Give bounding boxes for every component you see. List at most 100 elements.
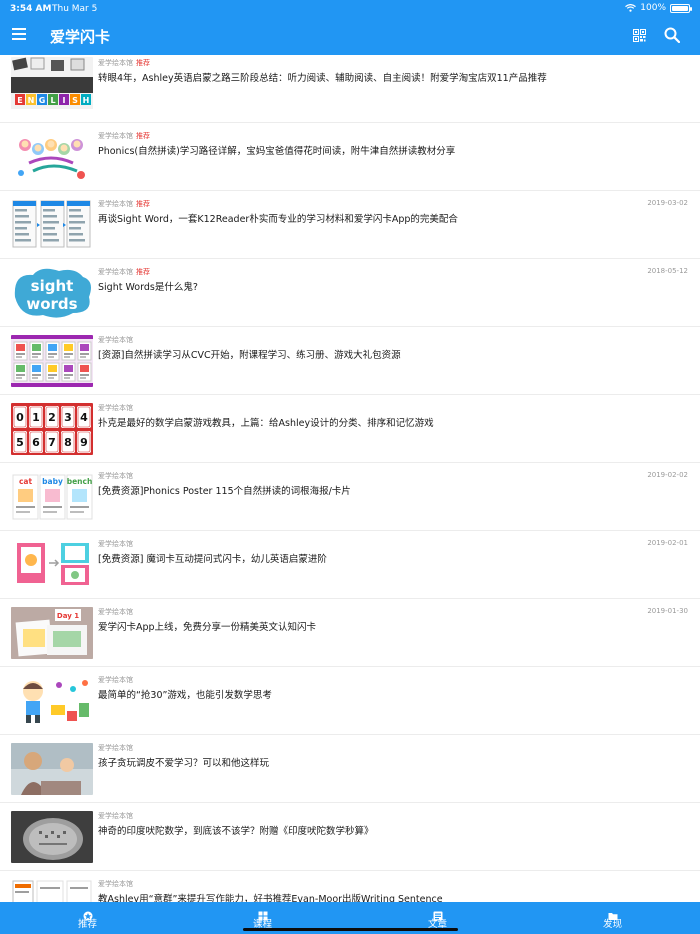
article-source: 爱学绘本馆: [98, 335, 133, 345]
svg-text:S: S: [72, 96, 78, 105]
article-list-item[interactable]: E N G L I S H 爱学绘本馆 推荐转眼4年，Ashley英语启蒙之路三阶段总结：听力阅…: [0, 55, 700, 123]
article-title[interactable]: 最简单的“抢30”游戏，也能引发数学思考: [98, 687, 688, 701]
article-title[interactable]: 扑克是最好的数学启蒙游戏教具，上篇：给Ashley设计的分类、排序和记忆游戏: [98, 415, 688, 429]
battery-percent: 100%: [640, 3, 666, 13]
article-list-item[interactable]: 爱学绘本馆 [资源]自然拼读学习从CVC开始，附课程学习、练习册、游戏大礼包资源: [0, 327, 700, 395]
thumb-number: 5: [16, 436, 24, 449]
article-source-name: 爱学绘本馆: [98, 132, 133, 140]
article-title[interactable]: Sight Words是什么鬼?: [98, 279, 688, 293]
article-list-item[interactable]: 爱学绘本馆 2019-02-01 [免费资源] 魔词卡互动提问式闪卡，幼儿英语启蒙进…: [0, 531, 700, 599]
svg-text:H: H: [83, 96, 90, 105]
article-date: 2019-02-01: [647, 539, 688, 547]
article-source-name: 爱学绘本馆: [98, 268, 133, 276]
wifi-icon: [625, 4, 637, 12]
sight-words-image: sight words: [11, 267, 93, 319]
article-source: 爱学绘本馆 推荐: [98, 199, 150, 209]
article-title[interactable]: 孩子贪玩调皮不爱学习？可以和他这样玩: [98, 755, 688, 769]
article-source: 爱学绘本馆: [98, 811, 133, 821]
article-title[interactable]: 再谈Sight Word，一套K12Reader朴实而专业的学习材料和爱学闪卡A…: [98, 211, 688, 225]
article-source-name: 爱学绘本馆: [98, 744, 133, 752]
thumb-number: 3: [64, 411, 72, 424]
article-list-item[interactable]: Day 1 爱学绘本馆 2019-01-30 爱学闪卡App上线，免费分享一份精美英文…: [0, 599, 700, 667]
article-icon: [433, 906, 443, 921]
article-title[interactable]: 爱学闪卡App上线，免费分享一份精美英文认知闪卡: [98, 619, 688, 633]
article-source-name: 爱学绘本馆: [98, 880, 133, 888]
article-source-name: 爱学绘本馆: [98, 472, 133, 480]
article-title[interactable]: Phonics(自然拼读)学习路径详解，宝妈宝爸值得花时间读，附牛津自然拼读教材…: [98, 143, 688, 157]
course-grid-icon: [258, 906, 268, 921]
app-bar: 爱学闪卡: [0, 18, 700, 55]
article-date: 2019-01-30: [647, 607, 688, 615]
article-source: 爱学绘本馆: [98, 675, 133, 685]
article-list-item[interactable]: sight words 爱学绘本馆 推荐 2018-05-12 Sight Words是什…: [0, 259, 700, 327]
article-tag: 推荐: [136, 200, 150, 208]
thumb-word: cat: [19, 477, 33, 486]
article-title[interactable]: 转眼4年，Ashley英语启蒙之路三阶段总结：听力阅读、辅助阅读、自主阅读！附爱…: [98, 70, 688, 84]
article-title[interactable]: 神奇的印度吠陀数学，到底该不该学？附赠《印度吠陀数学秒算》: [98, 823, 688, 837]
thumb-word: bench: [67, 477, 93, 486]
article-list-item[interactable]: 爱学绘本馆最简单的“抢30”游戏，也能引发数学思考: [0, 667, 700, 735]
article-list-item[interactable]: 爱学绘本馆孩子贪玩调皮不爱学习？可以和他这样玩: [0, 735, 700, 803]
recommend-icon: [83, 906, 93, 921]
article-list-item[interactable]: 爱学绘本馆 推荐 Phonics(自然拼读)学习路径详解，宝妈宝爸值得花时间读，附牛…: [0, 123, 700, 191]
svg-text:N: N: [28, 96, 35, 105]
tab-discover[interactable]: 发现: [525, 902, 700, 934]
article-list-item[interactable]: 爱学绘本馆 推荐 2019-03-02 再谈Sight Word，一套K12Reade…: [0, 191, 700, 259]
article-title[interactable]: [免费资源] 魔词卡互动提问式闪卡，幼儿英语启蒙进阶: [98, 551, 688, 565]
article-date: 2019-03-02: [647, 199, 688, 207]
number-cards-image: 01234 56789: [11, 403, 93, 455]
search-icon[interactable]: [664, 27, 680, 43]
article-source: 爱学绘本馆 推荐: [98, 58, 150, 68]
stone-tablet-image: [11, 811, 93, 863]
article-source: 爱学绘本馆 推荐: [98, 267, 150, 277]
app-screenshots-image: [11, 199, 93, 251]
thumb-number: 0: [16, 411, 24, 424]
article-source-name: 爱学绘本馆: [98, 59, 133, 67]
article-list-item[interactable]: 爱学绘本馆神奇的印度吠陀数学，到底该不该学？附赠《印度吠陀数学秒算》: [0, 803, 700, 871]
thumb-number: 4: [80, 411, 88, 424]
article-title[interactable]: [免费资源]Phonics Poster 115个自然拼读的词根海报/卡片: [98, 483, 688, 497]
tab-bar: 推荐 课程 文章 发现: [0, 902, 700, 934]
article-title[interactable]: 教Ashley用“意群”来提升写作能力，好书推荐Evan-Moor出版Writi…: [98, 891, 688, 902]
phonics-poster-image: cat baby bench: [11, 471, 93, 523]
status-bar: 3:54 AM Thu Mar 5 100%: [0, 0, 700, 18]
article-list-item[interactable]: 0 1 2 3 4 5 6 7 8 9 爱学绘本馆 扑克是最好的数学启蒙游戏教具，上篇：给Ashley…: [0, 395, 700, 463]
battery-icon: [670, 3, 692, 13]
article-source: 爱学绘本馆: [98, 607, 133, 617]
article-tag: 推荐: [136, 132, 150, 140]
tab-recommend[interactable]: 推荐: [0, 902, 175, 934]
kid-cartoon-image: [11, 675, 93, 727]
thumb-number: 6: [32, 436, 40, 449]
article-source: 爱学绘本馆 推荐: [98, 131, 150, 141]
article-source-name: 爱学绘本馆: [98, 336, 133, 344]
article-list-item[interactable]: 爱学绘本馆教Ashley用“意群”来提升写作能力，好书推荐Evan-Moor出版…: [0, 871, 700, 902]
article-source-name: 爱学绘本馆: [98, 676, 133, 684]
article-source: 爱学绘本馆: [98, 743, 133, 753]
writing-book-image: [11, 879, 93, 902]
article-date: 2018-05-12: [647, 267, 688, 275]
hamburger-menu-icon[interactable]: [12, 28, 26, 41]
thumb-number: 8: [64, 436, 72, 449]
app-title: 爱学闪卡: [50, 28, 111, 46]
article-source-name: 爱学绘本馆: [98, 200, 133, 208]
article-title[interactable]: [资源]自然拼读学习从CVC开始，附课程学习、练习册、游戏大礼包资源: [98, 347, 688, 361]
tab-label: 发现: [602, 919, 622, 930]
status-time: 3:54 AM: [10, 4, 52, 14]
thumb-number: 9: [80, 436, 88, 449]
folder-icon: [608, 906, 618, 920]
article-tag: 推荐: [136, 59, 150, 67]
article-tag: 推荐: [136, 268, 150, 276]
article-list[interactable]: E N G L I S H 爱学绘本馆 推荐 转眼4年，Ashley英语启蒙之路三阶段总结：听力阅…: [0, 55, 700, 902]
article-source: 爱学绘本馆: [98, 879, 133, 889]
article-list-item[interactable]: cat baby bench 爱学绘本馆 2019-02-02 [免费资源]Phonics…: [0, 463, 700, 531]
english-letter-blocks-image: ENGLISH: [11, 57, 93, 115]
qr-code-icon[interactable]: [633, 29, 646, 42]
article-source-name: 爱学绘本馆: [98, 608, 133, 616]
thumb-text: sight: [31, 277, 74, 295]
svg-text:I: I: [63, 96, 66, 105]
home-indicator: [243, 928, 458, 931]
status-date: Thu Mar 5: [52, 4, 98, 14]
article-source-name: 爱学绘本馆: [98, 540, 133, 548]
status-right: 100%: [625, 3, 692, 13]
article-source-name: 爱学绘本馆: [98, 812, 133, 820]
